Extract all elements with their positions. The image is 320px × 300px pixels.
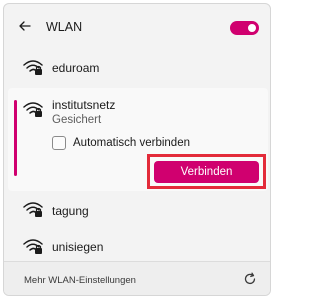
network-name: eduroam xyxy=(52,61,100,75)
auto-connect-label: Automatisch verbinden xyxy=(73,137,190,149)
refresh-icon xyxy=(244,272,256,285)
wifi-secured-icon xyxy=(23,239,43,254)
connect-button[interactable]: Verbinden xyxy=(154,161,259,183)
wifi-secured-icon xyxy=(23,60,43,75)
back-button[interactable] xyxy=(15,17,35,35)
toggle-knob xyxy=(248,24,256,32)
page-title: WLAN xyxy=(46,20,83,34)
network-name: unisiegen xyxy=(52,240,104,254)
wifi-header: WLAN xyxy=(4,4,270,46)
arrow-left-icon xyxy=(19,21,31,31)
refresh-button[interactable] xyxy=(242,271,258,287)
selected-indicator xyxy=(14,100,17,176)
wifi-toggle[interactable] xyxy=(230,21,259,35)
network-item-unisiegen[interactable]: unisiegen xyxy=(4,231,270,261)
wifi-secured-icon xyxy=(23,202,43,217)
network-item-tagung[interactable]: tagung xyxy=(4,195,270,229)
network-status: Gesichert xyxy=(52,114,102,126)
footer: Mehr WLAN-Einstellungen xyxy=(4,262,270,295)
wifi-flyout: WLAN eduroam institutsnetz Gesichert Aut… xyxy=(3,3,271,296)
wifi-secured-icon xyxy=(23,102,43,117)
network-item-eduroam[interactable]: eduroam xyxy=(4,50,270,84)
auto-connect-checkbox[interactable] xyxy=(52,136,66,150)
more-wifi-settings-link[interactable]: Mehr WLAN-Einstellungen xyxy=(24,275,136,286)
network-name: institutsnetz xyxy=(52,98,116,112)
network-name: tagung xyxy=(52,204,89,218)
